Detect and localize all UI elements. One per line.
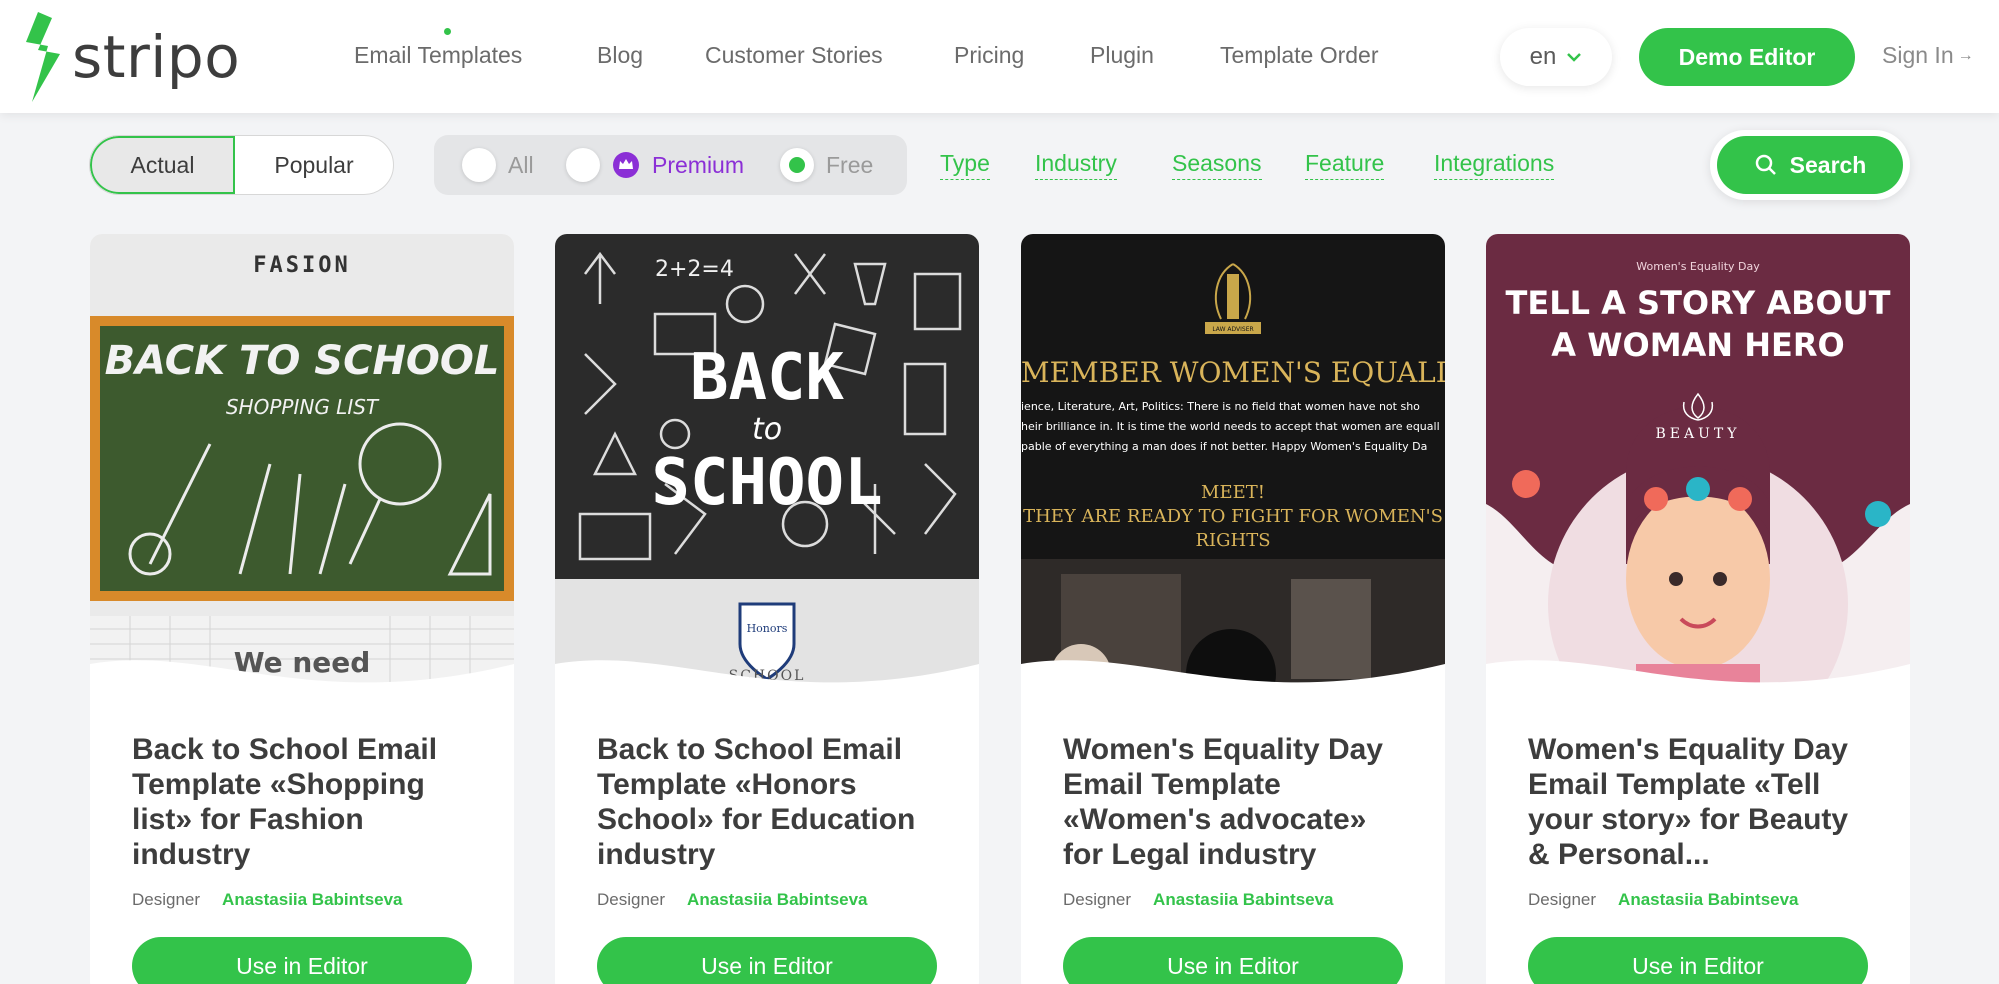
- use-in-editor-button[interactable]: Use in Editor: [597, 937, 937, 984]
- language-label: en: [1529, 43, 1557, 70]
- radio-free-label: Free: [826, 151, 874, 178]
- price-filter: All Premium Free: [434, 135, 907, 195]
- thumb-emblem: LAW ADVISER: [1212, 326, 1253, 333]
- template-title[interactable]: Women's Equality Day Email Template «Wom…: [1063, 732, 1413, 872]
- sort-toggle: Actual Popular: [89, 135, 394, 195]
- designer-label: Designer: [1528, 890, 1597, 909]
- filter-integrations[interactable]: Integrations: [1434, 150, 1555, 180]
- site-header: stripo Email Templates Blog Customer Sto…: [0, 0, 1999, 113]
- thumb-line2: A WOMAN HERO: [1551, 326, 1844, 364]
- thumb-subline: SHOPPING LIST: [226, 395, 380, 419]
- chevron-down-icon: [1567, 53, 1582, 62]
- template-thumbnail[interactable]: 2+2=4 BACK to SCHOOL Honors SCHOOL: [555, 234, 979, 704]
- thumb-line2: to: [752, 412, 782, 447]
- template-thumbnail[interactable]: FASION BACK TO SCHOOL SHOPPING LIST We n…: [90, 234, 514, 704]
- search-button[interactable]: Search: [1710, 130, 1910, 200]
- thumb-line1: TELL A STORY ABOUT: [1506, 284, 1891, 322]
- thumb-body2: heir brilliance in. It is time the world…: [1021, 420, 1440, 433]
- designer-name[interactable]: Anastasiia Babintseva: [687, 890, 867, 910]
- stripo-logo[interactable]: stripo: [18, 12, 240, 102]
- language-selector[interactable]: en: [1500, 28, 1612, 86]
- template-card[interactable]: Women's Equality Day TELL A STORY ABOUT …: [1486, 234, 1910, 984]
- use-in-editor-button[interactable]: Use in Editor: [1063, 937, 1403, 984]
- template-title[interactable]: Back to School Email Template «Honors Sc…: [597, 732, 947, 872]
- template-title[interactable]: Women's Equality Day Email Template «Tel…: [1528, 732, 1878, 872]
- thumbnail-image: LAW ADVISER EMEMBER WOMEN'S EQUALIT ienc…: [1021, 234, 1445, 704]
- template-card[interactable]: FASION BACK TO SCHOOL SHOPPING LIST We n…: [90, 234, 514, 984]
- template-title[interactable]: Back to School Email Template «Shopping …: [132, 732, 482, 872]
- filter-seasons[interactable]: Seasons: [1172, 150, 1262, 180]
- filter-type[interactable]: Type: [940, 150, 990, 180]
- nav-plugin[interactable]: Plugin: [1090, 42, 1154, 69]
- designer-label: Designer: [597, 890, 666, 909]
- logo-text: stripo: [72, 23, 241, 91]
- thumb-cta1: MEET!: [1201, 482, 1265, 503]
- crown-icon: [613, 152, 639, 178]
- search-label: Search: [1789, 151, 1867, 178]
- designer-info: Designer Anastasiia Babintseva: [1063, 890, 1334, 910]
- radio-circle-selected: [780, 148, 814, 182]
- search-button-inner: Search: [1717, 136, 1903, 194]
- nav-customer-stories[interactable]: Customer Stories: [705, 42, 883, 69]
- nav-blog[interactable]: Blog: [597, 42, 643, 69]
- thumb-line1: BACK: [690, 341, 845, 415]
- sign-in-label: Sign In: [1882, 42, 1954, 68]
- thumb-line3: SCHOOL: [651, 446, 882, 520]
- thumb-cta2: THEY ARE READY TO FIGHT FOR WOMEN'S: [1023, 506, 1443, 527]
- search-icon: [1755, 154, 1776, 175]
- thumb-badge-top: Honors: [747, 622, 788, 635]
- demo-editor-button[interactable]: Demo Editor: [1639, 28, 1855, 86]
- designer-info: Designer Anastasiia Babintseva: [1528, 890, 1799, 910]
- radio-free[interactable]: Free: [780, 148, 873, 182]
- designer-label: Designer: [132, 890, 201, 909]
- thumb-body1: ience, Literature, Art, Politics: There …: [1021, 400, 1420, 413]
- thumb-formula: 2+2=4: [655, 257, 734, 282]
- radio-all[interactable]: All: [462, 148, 534, 182]
- arrow-right-icon: →: [1957, 46, 1974, 64]
- thumb-headline: BACK TO SCHOOL: [105, 338, 500, 384]
- designer-name[interactable]: Anastasiia Babintseva: [222, 890, 402, 910]
- thumb-small: Women's Equality Day: [1636, 260, 1760, 273]
- template-thumbnail[interactable]: Women's Equality Day TELL A STORY ABOUT …: [1486, 234, 1910, 704]
- thumb-body3: pable of everything a man does if not be…: [1021, 440, 1427, 453]
- sign-in-link[interactable]: Sign In →: [1882, 42, 1974, 69]
- stripo-logo-mark-icon: [26, 12, 60, 102]
- template-card[interactable]: 2+2=4 BACK to SCHOOL Honors SCHOOL Back …: [555, 234, 979, 984]
- filter-feature[interactable]: Feature: [1305, 150, 1385, 180]
- thumb-brand: FASION: [253, 253, 350, 278]
- designer-name[interactable]: Anastasiia Babintseva: [1618, 890, 1798, 910]
- thumb-cta3: RIGHTS: [1195, 530, 1270, 551]
- thumb-brand: BEAUTY: [1656, 426, 1741, 442]
- nav-active-indicator: [444, 28, 451, 35]
- thumb-headline: EMEMBER WOMEN'S EQUALIT: [1021, 356, 1445, 389]
- designer-label: Designer: [1063, 890, 1132, 909]
- designer-info: Designer Anastasiia Babintseva: [132, 890, 403, 910]
- designer-info: Designer Anastasiia Babintseva: [597, 890, 868, 910]
- radio-premium-label: Premium: [652, 151, 745, 178]
- template-thumbnail[interactable]: LAW ADVISER EMEMBER WOMEN'S EQUALIT ienc…: [1021, 234, 1445, 704]
- use-in-editor-button[interactable]: Use in Editor: [1528, 937, 1868, 984]
- thumbnail-image: FASION BACK TO SCHOOL SHOPPING LIST We n…: [90, 234, 514, 704]
- radio-premium[interactable]: Premium: [566, 148, 744, 182]
- designer-name[interactable]: Anastasiia Babintseva: [1153, 890, 1333, 910]
- radio-circle: [566, 148, 600, 182]
- use-in-editor-button[interactable]: Use in Editor: [132, 937, 472, 984]
- nav-template-order[interactable]: Template Order: [1220, 42, 1379, 69]
- thumbnail-image: Women's Equality Day TELL A STORY ABOUT …: [1486, 234, 1910, 704]
- nav-pricing[interactable]: Pricing: [954, 42, 1024, 69]
- sort-popular-button[interactable]: Popular: [235, 136, 393, 194]
- sort-actual-button[interactable]: Actual: [90, 136, 235, 194]
- filter-industry[interactable]: Industry: [1035, 150, 1117, 180]
- nav-email-templates[interactable]: Email Templates: [354, 42, 522, 69]
- radio-circle: [462, 148, 496, 182]
- thumbnail-image: 2+2=4 BACK to SCHOOL Honors SCHOOL: [555, 234, 979, 704]
- radio-all-label: All: [508, 151, 534, 178]
- template-card[interactable]: LAW ADVISER EMEMBER WOMEN'S EQUALIT ienc…: [1021, 234, 1445, 984]
